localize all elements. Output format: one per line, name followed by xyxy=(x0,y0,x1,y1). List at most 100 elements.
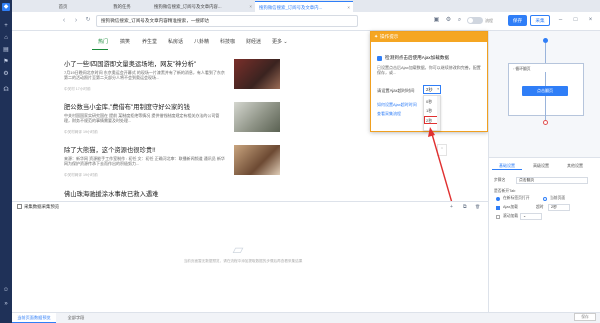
collect-button[interactable]: 采集 xyxy=(530,15,550,26)
close-icon[interactable]: × xyxy=(249,1,252,12)
app-logo-icon[interactable]: ◆ xyxy=(2,3,10,11)
timeout-label: 超时 xyxy=(536,205,544,209)
tasks-icon[interactable]: ▤ xyxy=(2,46,10,54)
save-step-button[interactable]: 保存 xyxy=(574,313,596,321)
add-icon[interactable]: + xyxy=(2,22,10,30)
url-input[interactable]: 搜狗微信搜索_订阅号及文章内容精准搜索，一搜即达 xyxy=(96,15,358,27)
flow-end-node[interactable] xyxy=(543,120,548,125)
user-icon[interactable]: ☺ xyxy=(2,286,10,294)
collapse-icon[interactable]: » xyxy=(2,300,10,308)
empty-box-icon: ▱ xyxy=(232,241,244,257)
popup-title: 操作提示 xyxy=(380,34,399,39)
tab-home[interactable]: 首页 xyxy=(32,1,94,12)
step-name-label: 步骤名 xyxy=(494,178,506,182)
site-nav-item[interactable]: 热门 xyxy=(98,38,108,45)
tools-icon[interactable]: ⚙ xyxy=(2,70,10,78)
ajax-load-checkbox[interactable] xyxy=(496,206,500,210)
tab-other-settings[interactable]: 其他设置 xyxy=(560,161,590,170)
save-button[interactable]: 保存 xyxy=(508,15,527,26)
dropdown-option[interactable]: 0秒 xyxy=(426,99,432,105)
close-window-icon[interactable]: × xyxy=(586,16,595,25)
timeout-dropdown: 0秒 1秒 2秒 xyxy=(423,95,441,131)
footer-tabs: 当前页面数据预览 全部字段 xyxy=(12,312,600,323)
tab-basic-settings[interactable]: 基础设置 xyxy=(492,161,522,170)
article-desc: 7月19日晚间北京时间 东京奥运会开幕式 的现场一片漆黑并有了新的消息，有人看到… xyxy=(64,70,225,80)
preview-header: 采集数据采集预览 + ⧉ 🗑 xyxy=(12,202,488,212)
headset-icon[interactable]: ☊ xyxy=(2,86,10,94)
maximize-icon[interactable]: □ xyxy=(571,16,580,25)
tab-advanced-settings[interactable]: 高级设置 xyxy=(526,161,556,170)
nav-underline xyxy=(92,49,108,50)
delete-icon[interactable]: 🗑 xyxy=(475,204,480,209)
flow-toggle[interactable] xyxy=(467,17,483,24)
article-title[interactable]: 佛山珠海驰援涂水事故已救入遇难 xyxy=(64,189,264,198)
tab-my-tasks[interactable]: 我的任务 xyxy=(94,1,150,12)
loop-label: ◦ 循环翻页 xyxy=(513,67,531,71)
tip-icon: ✦ xyxy=(374,34,379,40)
flow-connector xyxy=(545,43,546,63)
site-nav-item[interactable]: 养生堂 xyxy=(142,38,157,45)
scroll-load-checkbox[interactable] xyxy=(496,215,500,219)
dropdown-scrollbar[interactable] xyxy=(437,96,440,130)
left-rail: ◆ + ⌂ ▤ ⚑ ⚙ ☊ ☺ » xyxy=(0,0,12,323)
article-thumbnail[interactable] xyxy=(234,145,280,175)
ajax-checkbox[interactable] xyxy=(377,56,382,61)
scroll-select[interactable]: ⌄ xyxy=(520,213,542,220)
new-tab-radio[interactable] xyxy=(496,197,500,201)
help-link[interactable]: 如何设置Ajax超时时间 xyxy=(377,102,417,108)
current-page-radio[interactable] xyxy=(543,197,547,201)
operation-tip-popup: ✦ 操作提示 检测到点击后使用Ajax加载数据 已设置点击后Ajax加载数据，你… xyxy=(370,31,488,132)
timeout-select[interactable]: 2秒 ▾ xyxy=(423,85,441,94)
toggle-label: 流程 xyxy=(485,18,493,23)
timeout-input[interactable]: 2秒 xyxy=(548,204,570,211)
search-icon[interactable]: ⌕ xyxy=(455,16,464,25)
copy-icon[interactable]: ⧉ xyxy=(463,204,467,210)
article-item[interactable]: 佛山珠海驰援涂水事故已救入遇难 xyxy=(64,189,264,198)
tab-label: 搜狗微信搜索_订阅号及文章内... xyxy=(259,5,323,10)
article-desc: 来源：新华网 资源能手工作室制作 : 初任 文：初任 正确河北审：联播新闻频道 … xyxy=(64,156,225,166)
close-icon[interactable]: × xyxy=(347,2,350,12)
popup-description: 已设置点击后Ajax加载数据，你可以继续修改和完善。配置保存，或... xyxy=(377,65,481,75)
flow-connector xyxy=(545,72,546,86)
add-icon[interactable]: + xyxy=(450,204,453,210)
preview-title: 采集数据采集预览 xyxy=(24,204,60,209)
radio-label: 当前页面 xyxy=(550,196,566,200)
tab-label: 首页 xyxy=(58,4,68,9)
site-nav-item[interactable]: 私房话 xyxy=(168,38,183,45)
home-icon[interactable]: ⌂ xyxy=(2,34,10,42)
tab-label: 搜狗微信搜索_订阅号及文章内容... xyxy=(154,4,222,9)
tab-all-fields[interactable]: 全部字段 xyxy=(56,313,96,323)
settings-icon[interactable]: ⚙ xyxy=(444,16,453,25)
tab-current-preview[interactable]: 当前页面数据预览 xyxy=(12,313,56,323)
click-page-node[interactable]: 点击翻页 xyxy=(522,86,568,96)
view-flow-link[interactable]: 查看采集流程 xyxy=(377,111,401,117)
dropdown-option[interactable]: 1秒 xyxy=(426,108,432,114)
data-icon[interactable]: ⚑ xyxy=(2,58,10,66)
page-icon[interactable]: ▣ xyxy=(432,16,441,25)
site-nav-item[interactable]: 八卦精 xyxy=(194,38,209,45)
timeout-label: 请设置Ajax超时时间 xyxy=(377,88,415,93)
tab-sogou-2[interactable]: 搜狗微信搜索_订阅号及文章内... × xyxy=(255,1,353,12)
popup-header: ✦ 操作提示 xyxy=(371,32,487,42)
article-thumbnail[interactable] xyxy=(234,102,280,132)
site-nav-item[interactable]: 更多 ⌄ xyxy=(272,38,288,45)
site-nav-item[interactable]: 科技咖 xyxy=(220,38,235,45)
site-nav-item[interactable]: 财经迷 xyxy=(246,38,261,45)
step-name-input[interactable]: 点击翻页 xyxy=(516,177,588,184)
refresh-icon[interactable]: ↻ xyxy=(84,16,92,25)
timeout-select-value: 2秒 xyxy=(426,87,433,92)
minimize-icon[interactable]: – xyxy=(556,16,565,25)
chevron-down-icon: ▾ xyxy=(437,87,439,91)
tab-sogou-1[interactable]: 搜狗微信搜索_订阅号及文章内容... × xyxy=(150,1,255,12)
forward-icon[interactable]: › xyxy=(72,16,80,25)
empty-state-text: 当前页面暂无数据预览，请在流程中添加提取数据的步骤后再查看采集结果 xyxy=(183,259,303,263)
data-preview-panel: 采集数据采集预览 + ⧉ 🗑 xyxy=(12,201,488,312)
tab-label: 我的任务 xyxy=(113,4,131,9)
new-tab-label: 是否新开Tab xyxy=(494,189,516,193)
article-thumbnail[interactable] xyxy=(234,59,280,89)
ajax-load-label: Ajax加载 xyxy=(503,205,518,209)
back-icon[interactable]: ‹ xyxy=(60,16,68,25)
site-nav-item[interactable]: 搞笑 xyxy=(120,38,130,45)
ajax-checkbox-label: 检测到点击后使用Ajax加载数据 xyxy=(385,55,450,60)
scroll-top-button[interactable]: ⌃ xyxy=(437,144,447,156)
